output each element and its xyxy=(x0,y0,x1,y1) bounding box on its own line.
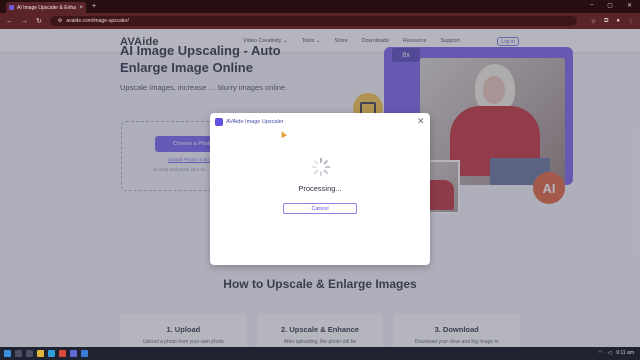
store-icon[interactable] xyxy=(70,350,77,357)
task-view-icon[interactable] xyxy=(26,350,33,357)
reload-icon[interactable]: ↻ xyxy=(36,17,42,25)
minimize-icon[interactable]: – xyxy=(590,2,593,9)
search-icon[interactable] xyxy=(15,350,22,357)
browser-tab[interactable]: AI Image Upscaler & Enha... × xyxy=(6,2,86,13)
loading-spinner-icon xyxy=(311,157,331,177)
profile-icon[interactable]: ● xyxy=(616,18,620,25)
close-window-icon[interactable]: ✕ xyxy=(627,2,632,9)
dialog-header: AVAide Image Upscaler xyxy=(215,118,284,126)
maximize-icon[interactable]: ▢ xyxy=(607,2,613,9)
tab-close-icon[interactable]: × xyxy=(79,5,83,11)
address-bar[interactable]: ⚙ avaide.com/image-upscaler/ xyxy=(49,16,577,26)
address-url: avaide.com/image-upscaler/ xyxy=(66,18,129,24)
menu-icon[interactable]: ⋮ xyxy=(628,18,634,25)
windows-taskbar: ◠ ◁ 9:11 am xyxy=(0,347,640,360)
wifi-icon[interactable]: ◠ xyxy=(598,350,602,356)
site-info-icon[interactable]: ⚙ xyxy=(58,18,62,24)
browser-tab-strip: AI Image Upscaler & Enha... × + – ▢ ✕ xyxy=(0,0,640,13)
browser-toolbar: ← → ↻ ⚙ avaide.com/image-upscaler/ ☆ ⧉ ●… xyxy=(0,13,640,29)
processing-status: Processing... xyxy=(298,184,342,193)
system-tray: ◠ ◁ 9:11 am xyxy=(598,350,634,356)
new-tab-button[interactable]: + xyxy=(92,3,96,10)
forward-icon[interactable]: → xyxy=(21,18,28,25)
dialog-title: AVAide Image Upscaler xyxy=(226,119,284,125)
avaide-logo-icon xyxy=(215,118,223,126)
volume-icon[interactable]: ◁ xyxy=(607,350,611,356)
bookmark-star-icon[interactable]: ☆ xyxy=(591,18,596,25)
mail-icon[interactable] xyxy=(81,350,88,357)
window-controls: – ▢ ✕ xyxy=(590,2,632,9)
clock[interactable]: 9:11 am xyxy=(616,350,634,356)
site-favicon-icon xyxy=(9,5,14,10)
edge-icon[interactable] xyxy=(48,350,55,357)
tab-title: AI Image Upscaler & Enha... xyxy=(17,4,77,11)
cancel-button[interactable]: Cancel xyxy=(283,203,357,214)
file-explorer-icon[interactable] xyxy=(37,350,44,357)
start-icon[interactable] xyxy=(4,350,11,357)
back-icon[interactable]: ← xyxy=(6,18,13,25)
upscaler-dialog: AVAide Image Upscaler ✕ Processing... Ca… xyxy=(210,113,430,265)
chrome-icon[interactable] xyxy=(59,350,66,357)
extensions-icon[interactable]: ⧉ xyxy=(604,18,608,25)
dialog-close-icon[interactable]: ✕ xyxy=(417,117,425,126)
